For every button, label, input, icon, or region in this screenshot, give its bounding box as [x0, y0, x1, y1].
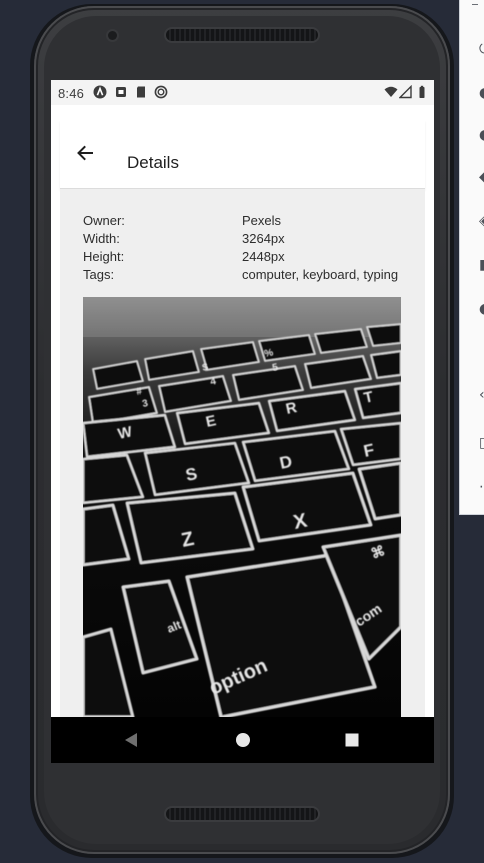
rotate-left-icon[interactable]: ◆ [479, 170, 484, 184]
app-bar: Details [60, 120, 425, 189]
system-nav-bar [51, 717, 434, 763]
overview-icon[interactable]: ▯ [479, 436, 484, 450]
keyboard-photo: $ 4 % 5 # 3 W E R T S D F Z X alt option… [83, 297, 401, 717]
more-icon[interactable]: ⋯ [479, 480, 484, 494]
battery-icon [419, 85, 425, 98]
volume-up-icon[interactable]: ◖ [479, 86, 484, 100]
detail-row-width: Width: 3264px [83, 230, 403, 248]
back-triangle-icon[interactable] [123, 731, 139, 749]
sync-icon [154, 85, 168, 99]
details-content: Owner: Pexels Width: 3264px Height: 2448… [60, 189, 425, 717]
page-title: Details [127, 153, 179, 172]
a-icon [93, 85, 107, 99]
arrow-left-icon[interactable] [74, 142, 96, 164]
sim-icon [116, 87, 126, 97]
volume-down-icon[interactable]: ◖ [479, 128, 484, 142]
detail-label: Tags: [83, 267, 115, 282]
wifi-icon [384, 86, 398, 97]
detail-row-tags: Tags: computer, keyboard, typing [83, 266, 403, 284]
status-time: 8:46 [58, 86, 85, 101]
power-icon[interactable]: ⏻ [479, 42, 484, 56]
front-camera [108, 31, 117, 40]
detail-row-height: Height: 2448px [83, 248, 403, 266]
detail-value: computer, keyboard, typing [242, 267, 399, 282]
home-circle-icon[interactable] [234, 731, 252, 749]
rotate-right-icon[interactable]: ◈ [479, 214, 484, 228]
emulator-side-toolbar: ⏻ ◖ ◖ ◆ ◈ ▮ ◐ ‹ ▯ ⋯ [459, 0, 484, 515]
bottom-speaker-grille [166, 808, 318, 820]
status-bar: 8:46 [51, 80, 434, 105]
back-icon[interactable]: ‹ [479, 388, 484, 402]
recents-square-icon[interactable] [344, 731, 360, 749]
detail-label: Owner: [83, 213, 125, 228]
detail-label: Height: [83, 249, 125, 264]
minimize-icon[interactable] [472, 4, 478, 5]
detail-label: Width: [83, 231, 120, 246]
screenshot-icon[interactable]: ▮ [479, 258, 484, 272]
detail-value: Pexels [242, 213, 282, 228]
signal-icon [399, 85, 412, 99]
device-screen: 8:46 Details Owner: Pexels Width: 3264px… [51, 80, 434, 763]
top-speaker-grille [166, 29, 318, 41]
detail-row-owner: Owner: Pexels [83, 212, 403, 230]
zoom-icon[interactable]: ◐ [479, 302, 484, 316]
detail-value: 3264px [242, 231, 285, 246]
detail-value: 2448px [242, 249, 285, 264]
sd-card-icon [137, 86, 145, 98]
details-list: Owner: Pexels Width: 3264px Height: 2448… [83, 212, 403, 284]
